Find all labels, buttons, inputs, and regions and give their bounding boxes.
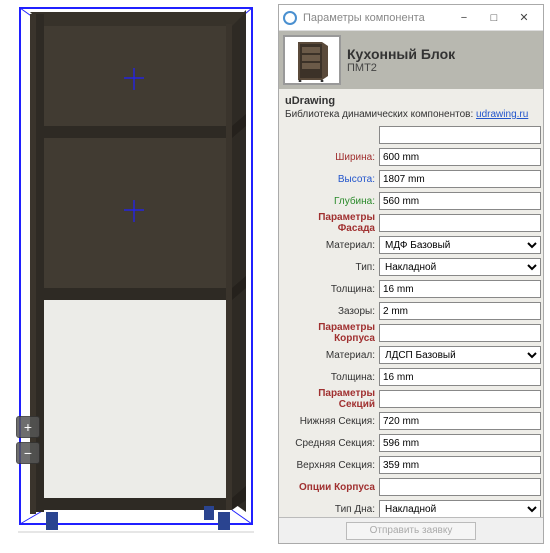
facade-material-select[interactable]: МДФ Базовый xyxy=(379,236,541,254)
facade-gaps-input[interactable] xyxy=(379,302,541,320)
body-section-field[interactable] xyxy=(379,324,541,342)
component-title: Кухонный Блок xyxy=(347,46,455,62)
depth-input[interactable] xyxy=(379,192,541,210)
library-link[interactable]: udrawing.ru xyxy=(476,109,528,120)
body-thickness-input[interactable] xyxy=(379,368,541,386)
facade-type-select[interactable]: Накладной xyxy=(379,258,541,276)
height-input[interactable] xyxy=(379,170,541,188)
library-desc: Библиотека динамических компонентов: udr… xyxy=(285,109,541,124)
library-name: uDrawing xyxy=(285,93,541,109)
component-header: Кухонный Блок ПМТ2 xyxy=(279,31,543,89)
minimize-button[interactable]: − xyxy=(449,8,479,28)
close-button[interactable]: ✕ xyxy=(509,8,539,28)
section-bottom-input[interactable] xyxy=(379,412,541,430)
facade-thickness-input[interactable] xyxy=(379,280,541,298)
dialog-footer: Отправить заявку xyxy=(279,517,543,543)
opts-section-field[interactable] xyxy=(379,478,541,496)
submit-button[interactable]: Отправить заявку xyxy=(346,522,476,540)
titlebar[interactable]: Параметры компонента − □ ✕ xyxy=(279,5,543,31)
sections-section-field[interactable] xyxy=(379,390,541,408)
section-top-input[interactable] xyxy=(379,456,541,474)
app-icon xyxy=(283,11,297,25)
blank-field[interactable] xyxy=(379,126,541,144)
thumbnail xyxy=(283,35,341,85)
width-input[interactable] xyxy=(379,148,541,166)
3d-viewport[interactable]: + − xyxy=(0,0,275,550)
window-title: Параметры компонента xyxy=(303,12,449,24)
zoom-out-button[interactable]: − xyxy=(16,442,40,464)
facade-section-field[interactable] xyxy=(379,214,541,232)
zoom-in-button[interactable]: + xyxy=(16,416,40,438)
component-params-dialog: Параметры компонента − □ ✕ Кухонный Блок… xyxy=(278,4,544,544)
body-material-select[interactable]: ЛДСП Базовый xyxy=(379,346,541,364)
maximize-button[interactable]: □ xyxy=(479,8,509,28)
params-scroll[interactable]: uDrawing Библиотека динамических компоне… xyxy=(279,89,543,517)
bottom-type-select[interactable]: Накладной xyxy=(379,500,541,517)
component-code: ПМТ2 xyxy=(347,62,455,74)
section-middle-input[interactable] xyxy=(379,434,541,452)
